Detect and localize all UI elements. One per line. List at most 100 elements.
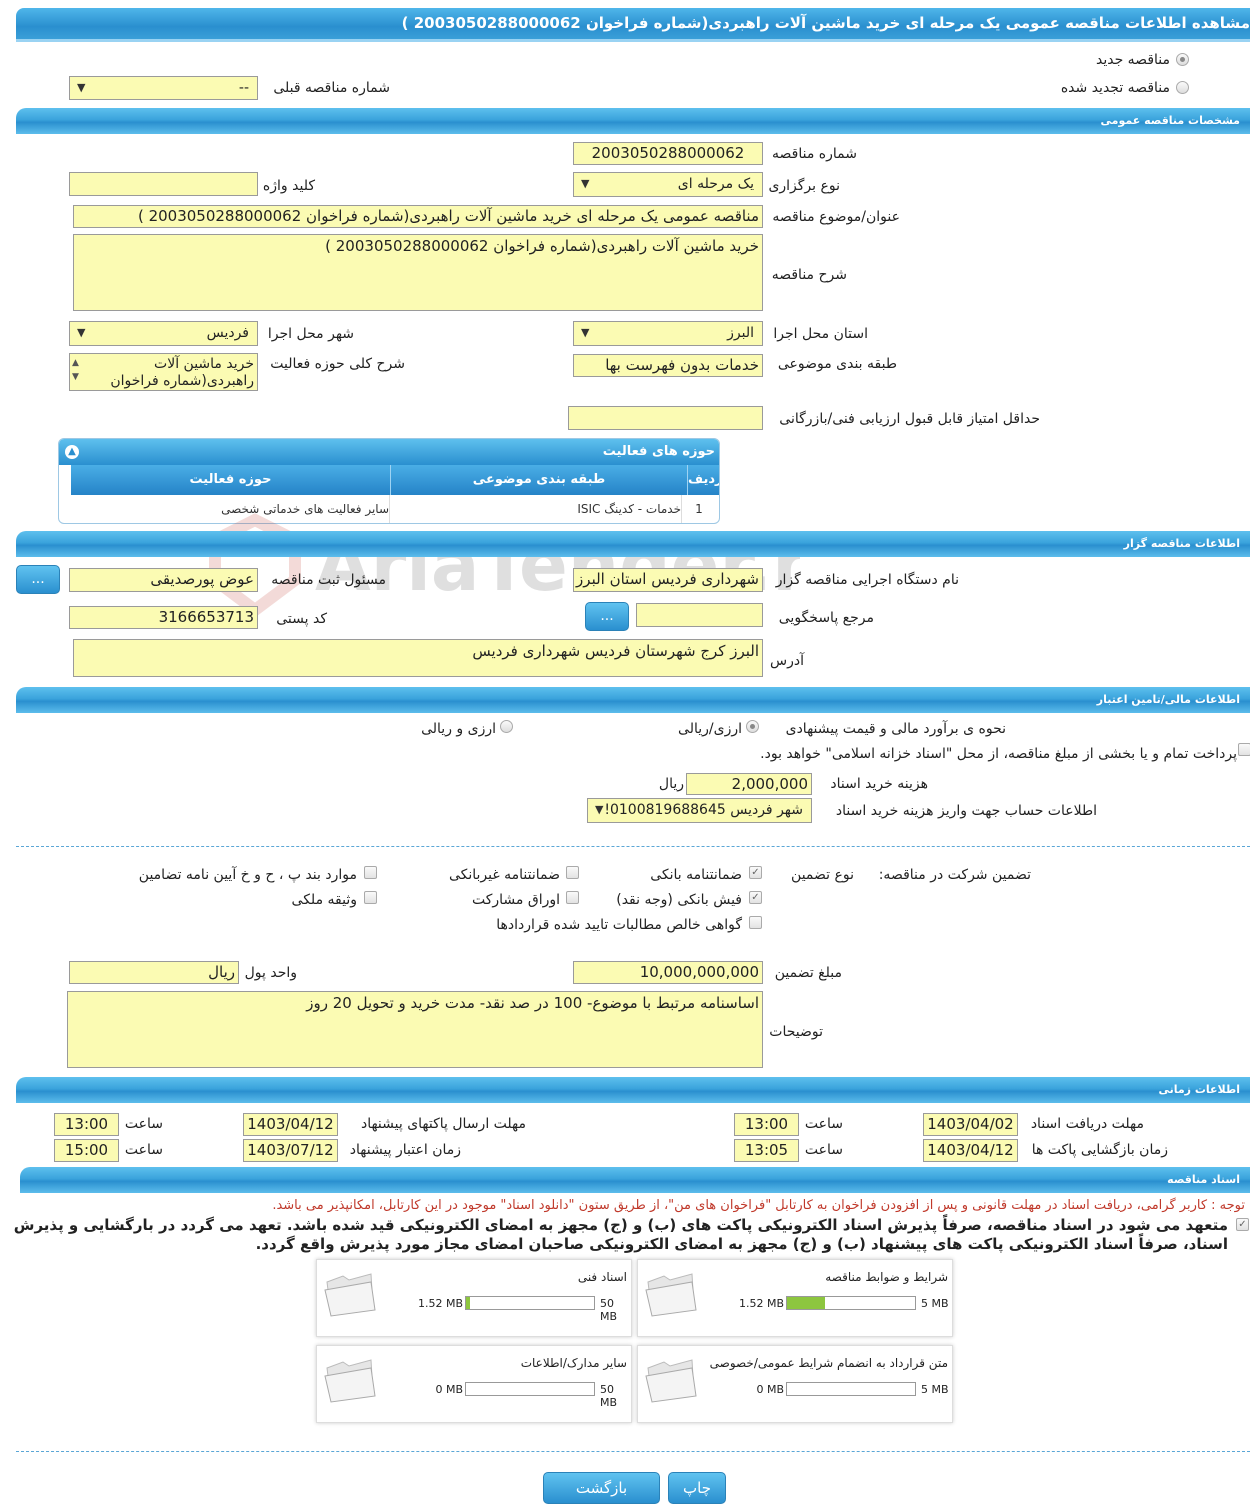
file-card[interactable]: متن قرارداد به انضمام شرایط عمومی/خصوصی … [637,1345,953,1423]
time-label: ساعت [804,1116,843,1132]
category-label: طبقه بندی موضوعی [777,356,897,372]
organizer-section-header: اطلاعات مناقصه گزار [16,531,1250,557]
file-progress [786,1296,916,1310]
financial-section-title: اطلاعات مالی/تامین اعتبار [1096,693,1240,706]
guarantee-notes-field[interactable]: اساسنامه مرتبط با موضوع- 100 در صد نقد- … [67,991,763,1068]
col-index: ردیف [687,465,719,495]
renewed-tender-radio[interactable] [1176,81,1189,94]
divider [16,846,1250,847]
bank-guarantee-checkbox[interactable]: ✓ [749,866,762,879]
back-button[interactable]: بازگشت [543,1472,660,1504]
file-max-size: 5 MB [921,1297,949,1310]
file-progress [786,1382,916,1396]
validity-date-field[interactable]: 1403/07/12 [243,1139,338,1162]
previous-tender-label: شماره مناقصه قبلی [273,80,390,96]
previous-tender-select[interactable]: -- ▼ [69,76,258,100]
doc-deadline-time[interactable]: 13:00 [734,1113,799,1136]
tender-number-field[interactable]: 2003050288000062 [573,142,763,165]
collapse-icon[interactable]: ▲ [65,445,79,459]
file-card[interactable]: شرایط و ضوابط مناقصه 1.52 MB 5 MB [637,1259,953,1337]
currency-unit-field[interactable]: ریال [69,961,239,984]
print-button[interactable]: چاپ [668,1472,726,1504]
min-score-label: حداقل امتیاز قابل قبول ارزیابی فنی/بازرگ… [779,411,1040,427]
keyword-field[interactable] [69,172,258,196]
file-card[interactable]: سایر مدارک/اطلاعات 0 MB 50 MB [316,1345,632,1423]
tender-title-field[interactable]: مناقصه عمومی یک مرحله ای خرید ماشین آلات… [73,205,763,228]
folder-icon [324,1273,376,1317]
min-score-field[interactable] [568,406,763,430]
guarantee-amount-field[interactable]: 10,000,000,000 [573,961,763,984]
currency-and-rial-label: ارزی و ریالی [421,721,496,737]
organizer-section-title: اطلاعات مناقصه گزار [1123,537,1240,550]
city-select[interactable]: فردیس ▼ [69,321,258,346]
postal-code-label: کد پستی [276,611,327,627]
registrar-field[interactable]: عوض پورصدیقی [69,568,258,592]
property-label: وثیقه ملکی [291,892,357,908]
new-tender-radio[interactable] [1176,53,1189,66]
bonds-checkbox[interactable] [566,891,579,904]
col-field: حوزه فعالیت [189,472,272,487]
postal-code-field[interactable]: 3166653713 [69,606,258,629]
file-card[interactable]: اسناد فنی 1.52 MB 50 MB [316,1259,632,1337]
holding-type-select[interactable]: یک مرحله ای ▼ [573,172,763,197]
activity-desc-field[interactable]: خرید ماشین آلات راهبردی(شماره فراخوان [69,353,258,391]
new-tender-label: مناقصه جدید [1095,52,1170,68]
previous-tender-value: -- [238,80,249,96]
nonbank-guarantee-checkbox[interactable] [566,866,579,879]
holding-type-value: یک مرحله ای [677,176,754,192]
general-section-header: مشخصات مناقصه عمومی [16,108,1250,134]
row-category: خدمات - کدینگ ISIC [577,502,681,516]
treasury-text: پرداخت تمام و یا بخشی از مبلغ مناقصه، از… [760,746,1237,762]
other-guarantee-label: موارد بند پ ، ح و خ آیین نامه تضامین [138,867,357,883]
timing-section-title: اطلاعات زمانی [1158,1083,1240,1096]
file-name: سایر مدارک/اطلاعات [520,1356,627,1370]
organizer-name-label: نام دستگاه اجرایی مناقصه گزار [775,572,959,588]
tender-desc-field[interactable]: خرید ماشین آلات راهبردی(شماره فراخوان 20… [73,234,763,311]
file-max-size: 5 MB [921,1383,949,1396]
organizer-name-field[interactable]: شهرداری فردیس استان البرز [573,568,763,592]
category-field[interactable]: خدمات بدون فهرست بها [573,354,763,377]
reference-label: مرجع پاسخگویی [778,610,874,626]
file-name: شرایط و ضوابط مناقصه [825,1270,948,1284]
account-label: اطلاعات حساب جهت واریز هزینه خرید اسناد [835,803,1097,819]
chevron-down-icon: ▼ [77,81,86,94]
doc-fee-field[interactable]: 2,000,000 [686,773,812,795]
claims-certificate-checkbox[interactable] [749,916,762,929]
registrar-lookup-button[interactable]: ... [16,565,60,594]
other-guarantee-checkbox[interactable] [364,866,377,879]
currency-and-rial-radio[interactable] [500,720,513,733]
guarantee-type-label: نوع تضمین [791,867,854,883]
timing-section-header: اطلاعات زمانی [16,1077,1250,1103]
account-select[interactable]: شهر فردیس 0100819688645! ▼ [587,798,812,823]
property-checkbox[interactable] [364,891,377,904]
tender-desc-label: شرح مناقصه [771,267,847,283]
file-name: متن قرارداد به انضمام شرایط عمومی/خصوصی [709,1356,948,1370]
divider [16,1451,1250,1452]
file-progress-fill [466,1297,470,1309]
rial-currency-radio[interactable] [746,720,759,733]
city-value: فردیس [206,325,249,341]
province-select[interactable]: البرز ▼ [573,321,763,346]
treasury-checkbox[interactable] [1238,743,1250,756]
rial-currency-label: ارزی/ریالی [678,721,742,737]
estimate-method-label: نحوه ی برآورد مالی و قیمت پیشنهادی [785,721,1006,737]
guarantee-label: تضمین شرکت در مناقصه: [878,867,1031,883]
cash-deposit-label: فیش بانکی (وجه نقد) [616,892,742,908]
address-field[interactable]: البرز کرج شهرستان فردیس شهرداری فردیس [73,639,763,677]
scroll-arrows-icon[interactable]: ▲ ▼ [72,356,79,384]
opening-date-field[interactable]: 1403/04/12 [923,1139,1018,1162]
col-category: طبقه بندی موضوعی [390,465,687,495]
validity-time[interactable]: 15:00 [54,1139,119,1162]
currency-unit-label: واحد پول [244,965,297,981]
reference-field[interactable] [636,603,763,627]
keyword-label: کلید واژه [262,178,315,194]
row-index: 1 [695,502,703,516]
cash-deposit-checkbox[interactable]: ✓ [749,891,762,904]
renewed-tender-label: مناقصه تجدید شده [1060,80,1170,96]
send-deadline-field[interactable]: 1403/04/12 [243,1113,338,1136]
reference-lookup-button[interactable]: ... [585,602,629,631]
doc-deadline-field[interactable]: 1403/04/02 [923,1113,1018,1136]
send-deadline-time[interactable]: 13:00 [54,1113,119,1136]
opening-time[interactable]: 13:05 [734,1139,799,1162]
send-deadline-label: مهلت ارسال پاکتهای پیشنهاد [360,1116,526,1132]
